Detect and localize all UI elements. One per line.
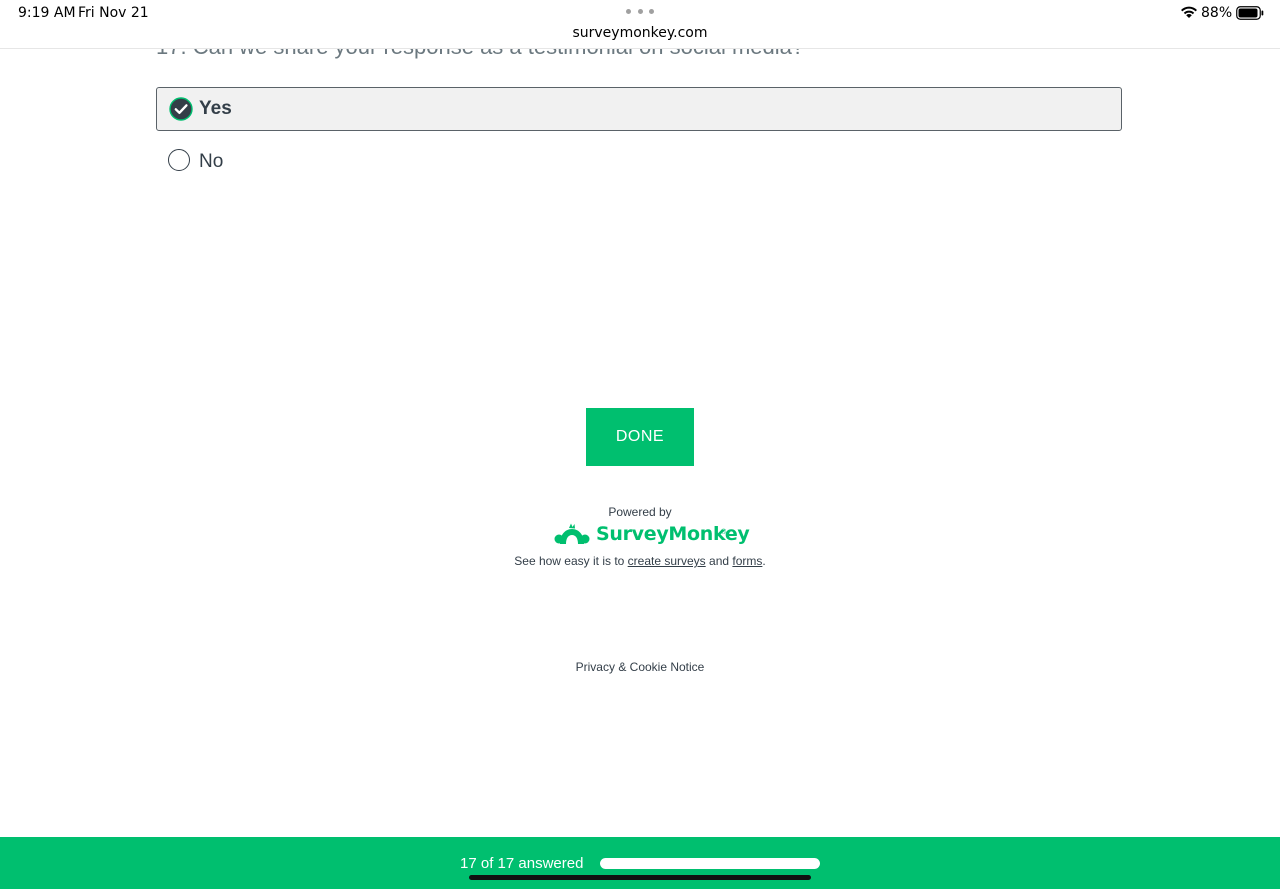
status-time: 9:19 AM xyxy=(18,5,76,21)
done-button[interactable]: DONE xyxy=(586,408,694,466)
tagline-suffix: . xyxy=(762,554,766,568)
trademark-mark: ® xyxy=(721,529,727,536)
progress-label: 17 of 17 answered xyxy=(460,855,584,872)
surveymonkey-logo[interactable]: SurveyMonkey ® xyxy=(554,520,750,548)
radio-circle-icon[interactable] xyxy=(168,149,190,171)
option-no[interactable]: No xyxy=(156,146,456,176)
checkmark-circle-icon xyxy=(169,97,193,121)
battery-percent: 88% xyxy=(1201,5,1233,21)
more-dots-icon[interactable] xyxy=(626,9,654,15)
option-no-label: No xyxy=(199,151,224,172)
brand-name: SurveyMonkey xyxy=(596,523,750,545)
powered-by-text: Powered by xyxy=(608,505,672,519)
privacy-cookie-link[interactable]: Privacy & Cookie Notice xyxy=(0,660,1280,674)
option-yes[interactable]: Yes xyxy=(156,87,1122,131)
wifi-icon xyxy=(1181,6,1197,18)
progress-footer: 17 of 17 answered xyxy=(0,837,1280,889)
battery-icon xyxy=(1236,6,1264,20)
forms-link[interactable]: forms xyxy=(732,554,762,568)
tagline-prefix: See how easy it is to xyxy=(514,554,628,568)
create-surveys-link[interactable]: create surveys xyxy=(628,554,706,568)
home-indicator[interactable] xyxy=(469,875,811,880)
progress-bar-fill xyxy=(600,858,820,869)
tagline: See how easy it is to create surveys and… xyxy=(0,554,1280,568)
tagline-middle: and xyxy=(705,554,733,568)
status-date: Fri Nov 21 xyxy=(78,5,149,21)
surveymonkey-logo-icon xyxy=(554,523,590,544)
progress-bar xyxy=(600,858,820,869)
status-bar: 9:19 AM Fri Nov 21 surveymonkey.com 88% xyxy=(0,0,1280,49)
address-bar-url[interactable]: surveymonkey.com xyxy=(0,25,1280,41)
option-yes-label: Yes xyxy=(199,98,232,119)
